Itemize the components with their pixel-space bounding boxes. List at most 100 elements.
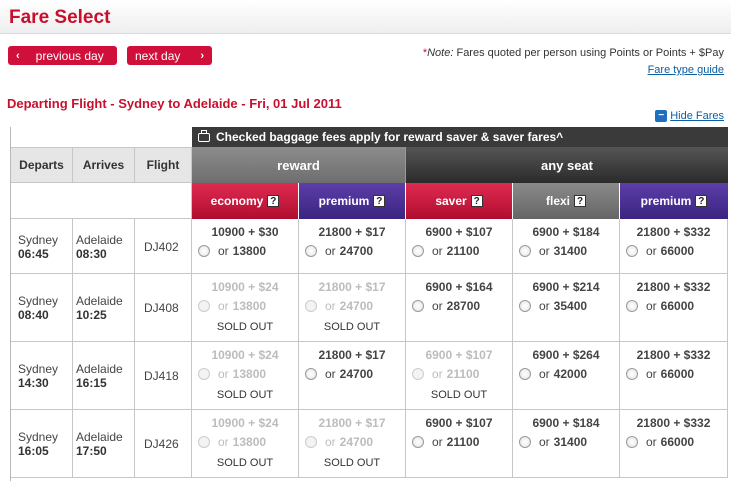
fare-radio[interactable] <box>412 245 424 257</box>
arrival-city: Adelaide <box>76 294 123 308</box>
arrives-cell: Adelaide 17:50 <box>73 410 135 478</box>
fare-cell: 6900 + $107 or 21100 <box>406 410 513 478</box>
or-label: or <box>539 435 550 449</box>
fare-cell: 10900 + $24 or 13800 SOLD OUT <box>192 410 299 478</box>
sold-out-label: SOLD OUT <box>216 457 274 469</box>
fare-type-guide-link[interactable]: Fare type guide <box>648 64 724 76</box>
or-label: or <box>325 367 336 381</box>
fare-price: 6900 + $164 <box>425 280 493 294</box>
or-label: or <box>646 367 657 381</box>
fare-type-reward-premium: premium? <box>299 183 406 219</box>
fare-cell: 6900 + $164 or 28700 <box>406 274 513 342</box>
fare-radio[interactable] <box>519 436 531 448</box>
departure-time: 14:30 <box>18 376 49 390</box>
fare-points-option: or 66000 <box>626 435 694 449</box>
departs-cell: Sydney 08:40 <box>11 274 73 342</box>
arrival-time: 10:25 <box>76 308 107 322</box>
fare-points: 24700 <box>339 244 374 258</box>
help-icon[interactable]: ? <box>373 195 386 207</box>
note-label: Note: <box>427 47 454 59</box>
help-icon[interactable]: ? <box>695 195 708 207</box>
or-label: or <box>646 244 657 258</box>
arrival-info: Adelaide 10:25 <box>76 294 123 322</box>
fare-points-option: or 24700 <box>305 367 373 381</box>
fare-points: 21100 <box>446 435 480 449</box>
flight-column-header: Flight <box>135 147 192 183</box>
arrival-info: Adelaide 08:30 <box>76 233 123 261</box>
fare-points-option: or 31400 <box>519 435 587 449</box>
departs-cell: Sydney 14:30 <box>11 342 73 410</box>
fare-radio[interactable] <box>305 245 317 257</box>
arrival-city: Adelaide <box>76 430 123 444</box>
fare-cell: 21800 + $332 or 66000 <box>620 219 728 274</box>
fare-price: 6900 + $264 <box>532 348 600 362</box>
fare-cell: 6900 + $107 or 21100 <box>406 219 513 274</box>
or-label: or <box>539 244 550 258</box>
fare-cell: 21800 + $332 or 66000 <box>620 342 728 410</box>
hide-fares-label: Hide Fares <box>670 110 724 122</box>
or-label: or <box>539 367 550 381</box>
departing-flight-heading: Departing Flight - Sydney to Adelaide - … <box>7 96 342 111</box>
fare-cell: 21800 + $332 or 66000 <box>620 274 728 342</box>
fare-price: 10900 + $24 <box>211 280 279 294</box>
fare-radio[interactable] <box>198 245 210 257</box>
fare-cell: 6900 + $184 or 31400 <box>513 410 620 478</box>
or-label: or <box>432 244 443 258</box>
fare-price: 21800 + $17 <box>318 348 386 362</box>
fare-type-saver: saver? <box>406 183 513 219</box>
fare-cell: 10900 + $30 or 13800 <box>192 219 299 274</box>
fare-radio[interactable] <box>412 436 424 448</box>
help-icon[interactable]: ? <box>470 195 483 207</box>
fare-radio[interactable] <box>626 245 638 257</box>
hide-fares-link[interactable]: − Hide Fares <box>655 110 724 122</box>
fare-points-option: or 66000 <box>626 367 694 381</box>
next-day-button[interactable]: next day › <box>127 46 212 65</box>
fare-points: 24700 <box>339 367 374 381</box>
fare-points: 21100 <box>446 367 480 381</box>
fare-radio[interactable] <box>305 368 317 380</box>
fare-type-flexi: flexi? <box>513 183 620 219</box>
fare-cell: 21800 + $17 or 24700 SOLD OUT <box>299 410 406 478</box>
fare-cell: 21800 + $17 or 24700 <box>299 342 406 410</box>
arrives-column-header: Arrives <box>73 147 135 183</box>
help-icon[interactable]: ? <box>267 195 280 207</box>
flight-row: Sydney 14:30 Adelaide 16:15 DJ418 10900 + $24… <box>11 342 728 410</box>
or-label: or <box>218 367 229 381</box>
departure-info: Sydney 14:30 <box>18 362 58 390</box>
fare-radio <box>412 368 424 380</box>
fare-radio[interactable] <box>519 368 531 380</box>
header-bar: Fare Select <box>0 0 731 34</box>
fare-radio[interactable] <box>626 436 638 448</box>
flight-row: Sydney 08:40 Adelaide 10:25 DJ408 10900 + $24… <box>11 274 728 342</box>
any-seat-group-header: any seat <box>406 147 728 183</box>
previous-day-button[interactable]: ‹ previous day <box>8 46 117 65</box>
fare-radio[interactable] <box>412 300 424 312</box>
fare-price: 6900 + $107 <box>425 225 493 239</box>
fare-radio[interactable] <box>626 368 638 380</box>
fare-radio[interactable] <box>519 300 531 312</box>
page-title: Fare Select <box>9 7 111 28</box>
departs-column-header: Departs <box>11 147 73 183</box>
fare-cell: 21800 + $332 or 66000 <box>620 410 728 478</box>
fare-type-label: premium <box>640 194 692 208</box>
fare-price: 21800 + $17 <box>318 225 386 239</box>
or-label: or <box>432 299 443 313</box>
fare-points-option: or 13800 <box>198 244 266 258</box>
fare-points-option: or 21100 <box>412 435 479 449</box>
help-icon[interactable]: ? <box>574 195 586 207</box>
or-label: or <box>218 299 229 313</box>
sold-out-label: SOLD OUT <box>216 389 274 401</box>
fare-radio[interactable] <box>519 245 531 257</box>
arrival-info: Adelaide 17:50 <box>76 430 123 458</box>
fare-price: 21800 + $17 <box>318 280 386 294</box>
fare-points-option: or 42000 <box>519 367 587 381</box>
fare-points: 35400 <box>553 299 588 313</box>
departs-cell: Sydney 06:45 <box>11 219 73 274</box>
fare-type-label: saver <box>435 194 467 208</box>
fare-radio <box>198 300 210 312</box>
fare-radio[interactable] <box>626 300 638 312</box>
sold-out-label: SOLD OUT <box>323 457 381 469</box>
fare-price: 6900 + $184 <box>532 225 600 239</box>
fare-points-option: or 24700 <box>305 299 373 313</box>
flight-number-cell: DJ408 <box>135 274 192 342</box>
